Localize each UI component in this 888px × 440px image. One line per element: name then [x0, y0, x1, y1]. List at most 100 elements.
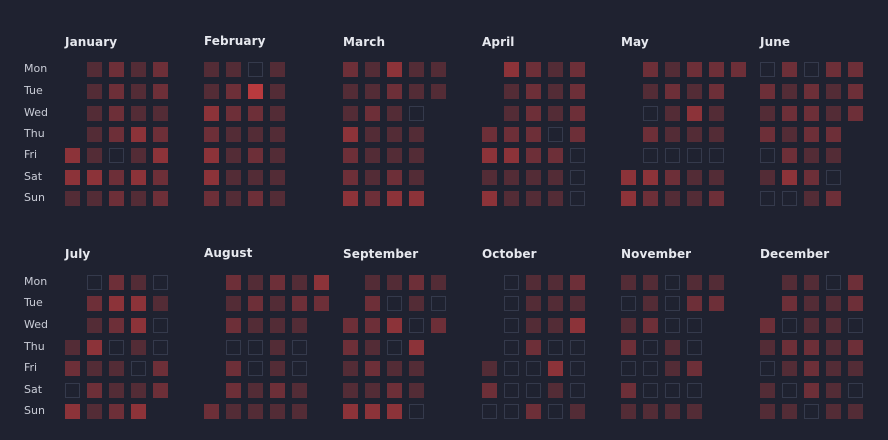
heatmap-cell [548, 127, 563, 142]
heatmap-cell [570, 404, 585, 419]
heatmap-cell [226, 127, 241, 142]
heatmap-cell [314, 296, 329, 311]
heatmap-cell [804, 62, 819, 77]
heatmap-cell [109, 296, 124, 311]
heatmap-cell [548, 296, 563, 311]
heatmap-cell [365, 404, 380, 419]
heatmap-cell [131, 106, 146, 121]
heatmap-cell [848, 383, 863, 398]
heatmap-cell [387, 62, 402, 77]
heatmap-cell [848, 404, 863, 419]
heatmap-cell [526, 191, 541, 206]
heatmap-cell [387, 404, 402, 419]
heatmap-cell [387, 106, 402, 121]
heatmap-cell [226, 361, 241, 376]
heatmap-cell [687, 340, 702, 355]
heatmap-cell [643, 404, 658, 419]
heatmap-cell [343, 361, 358, 376]
heatmap-cell [848, 361, 863, 376]
heatmap-cell [504, 127, 519, 142]
day-label-wed: Wed [24, 318, 48, 331]
heatmap-cell [65, 361, 80, 376]
heatmap-cell [709, 275, 724, 290]
heatmap-cell [782, 318, 797, 333]
heatmap-cell [760, 191, 775, 206]
heatmap-cell [687, 318, 702, 333]
heatmap-cell [760, 361, 775, 376]
heatmap-cell [826, 361, 841, 376]
heatmap-cell [804, 340, 819, 355]
day-label-tue: Tue [24, 84, 43, 97]
heatmap-cell [848, 275, 863, 290]
heatmap-cell [782, 296, 797, 311]
heatmap-cell [482, 361, 497, 376]
heatmap-cell [848, 106, 863, 121]
heatmap-cell [131, 340, 146, 355]
heatmap-cell [270, 383, 285, 398]
heatmap-cell [504, 106, 519, 121]
heatmap-cell [804, 318, 819, 333]
heatmap-cell [365, 170, 380, 185]
heatmap-cell [226, 170, 241, 185]
heatmap-cell [526, 296, 541, 311]
heatmap-cell [204, 404, 219, 419]
heatmap-cell [248, 404, 263, 419]
heatmap-cell [87, 275, 102, 290]
heatmap-cell [709, 127, 724, 142]
heatmap-cell [131, 404, 146, 419]
heatmap-cell [65, 148, 80, 163]
heatmap-cell [643, 361, 658, 376]
heatmap-cell [570, 84, 585, 99]
heatmap-cell [131, 361, 146, 376]
heatmap-cell [270, 318, 285, 333]
heatmap-cell [409, 296, 424, 311]
heatmap-cell [643, 340, 658, 355]
heatmap-cell [504, 62, 519, 77]
heatmap-cell [153, 106, 168, 121]
heatmap-cell [409, 340, 424, 355]
heatmap-cell [709, 170, 724, 185]
heatmap-cell [131, 275, 146, 290]
heatmap-cell [87, 340, 102, 355]
heatmap-cell [226, 84, 241, 99]
heatmap-cell [226, 106, 241, 121]
heatmap-cell [643, 106, 658, 121]
heatmap-cell [826, 275, 841, 290]
heatmap-cell [760, 148, 775, 163]
heatmap-cell [665, 296, 680, 311]
heatmap-cell [826, 106, 841, 121]
heatmap-cell [65, 340, 80, 355]
heatmap-cell [782, 148, 797, 163]
heatmap-cell [570, 106, 585, 121]
heatmap-cell [665, 361, 680, 376]
heatmap-cell [804, 148, 819, 163]
heatmap-cell [292, 296, 307, 311]
heatmap-cell [643, 191, 658, 206]
heatmap-cell [687, 383, 702, 398]
heatmap-cell [548, 170, 563, 185]
heatmap-cell [87, 127, 102, 142]
heatmap-cell [782, 383, 797, 398]
heatmap-cell [409, 275, 424, 290]
heatmap-cell [760, 383, 775, 398]
heatmap-cell [548, 106, 563, 121]
heatmap-cell [826, 127, 841, 142]
heatmap-cell [387, 84, 402, 99]
heatmap-cell [109, 84, 124, 99]
heatmap-cell [760, 404, 775, 419]
day-label-sun: Sun [24, 404, 45, 417]
heatmap-cell [570, 340, 585, 355]
heatmap-cell [131, 148, 146, 163]
heatmap-cell [709, 84, 724, 99]
heatmap-cell [292, 383, 307, 398]
heatmap-cell [804, 404, 819, 419]
heatmap-cell [131, 84, 146, 99]
heatmap-cell [226, 404, 241, 419]
heatmap-cell [621, 318, 636, 333]
heatmap-cell [409, 148, 424, 163]
heatmap-cell [548, 404, 563, 419]
heatmap-cell [643, 318, 658, 333]
heatmap-cell [548, 383, 563, 398]
heatmap-cell [826, 383, 841, 398]
heatmap-cell [248, 361, 263, 376]
